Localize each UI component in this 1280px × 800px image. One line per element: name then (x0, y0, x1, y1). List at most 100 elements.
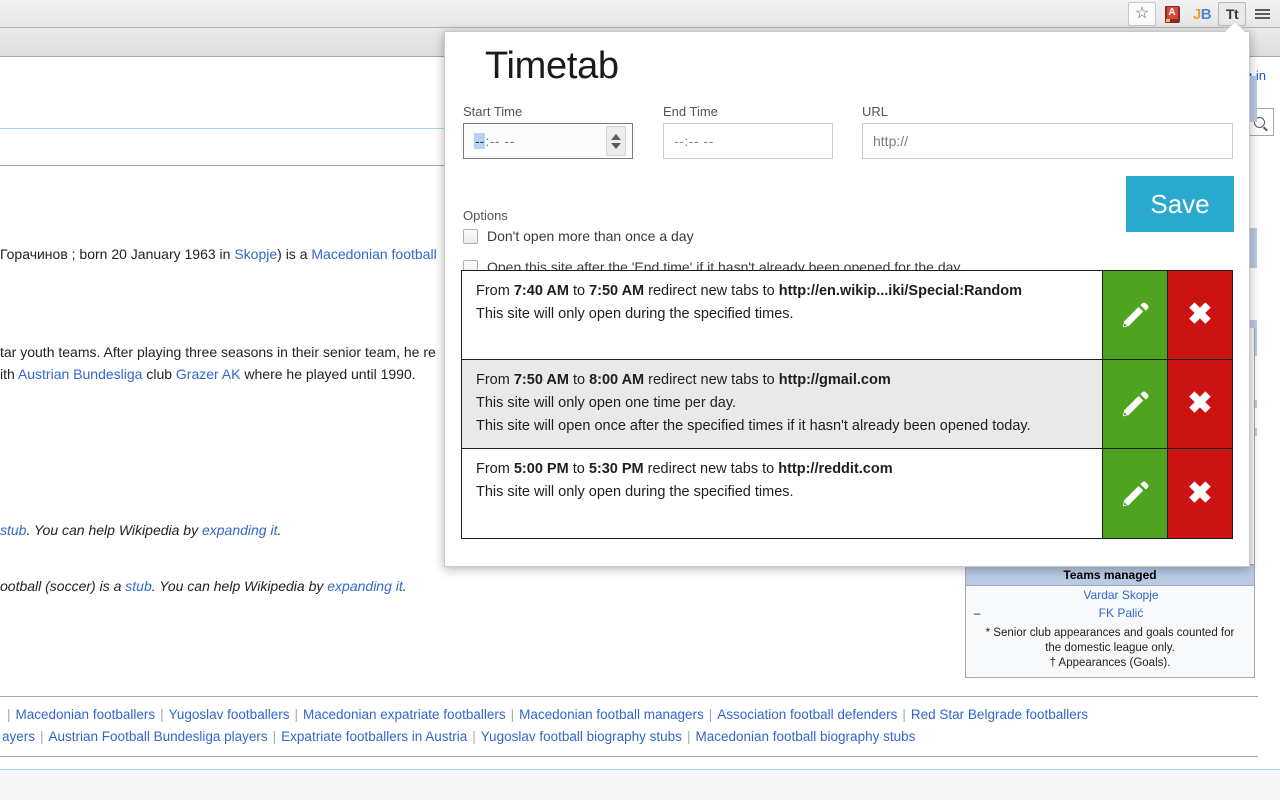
stub-notice-1: stub. You can help Wikipedia by expandin… (0, 522, 281, 538)
category-separator: | (272, 729, 277, 744)
start-time-input[interactable]: --:-- -- (463, 123, 633, 159)
option-once-a-day-row[interactable]: Don't open more than once a day (463, 228, 694, 244)
category-row-2: ayers | Austrian Football Bundesliga playe… (0, 726, 1258, 748)
body-line2-pre: ith (0, 366, 18, 382)
category-separator: | (472, 729, 476, 744)
infobox-team-link[interactable]: Vardar Skopje (988, 588, 1254, 602)
rule-row: From 7:40 AM to 7:50 AM redirect new tab… (462, 271, 1232, 360)
rule-start-time: 7:40 AM (513, 283, 569, 299)
chevron-down-icon[interactable] (611, 142, 621, 149)
category-link[interactable]: Red Star Belgrade footballers (911, 707, 1088, 722)
pencil-icon (1120, 300, 1150, 330)
rule-mid: to (568, 372, 590, 388)
start-time-stepper[interactable] (606, 126, 626, 156)
infobox-footnote: * Senior club appearances and goals coun… (966, 622, 1254, 677)
save-button[interactable]: Save (1126, 176, 1234, 232)
chrome-menu-button[interactable] (1248, 2, 1276, 26)
category-separator: | (7, 707, 11, 722)
infobox-team-link[interactable]: FK Palić (988, 606, 1254, 620)
edit-rule-button[interactable] (1102, 449, 1167, 538)
checkbox-once-a-day[interactable] (463, 228, 478, 244)
stub1-post: . (277, 522, 282, 538)
timetab-popup: Timetab Start Time --:-- -- End Time --:… (444, 31, 1250, 567)
category-separator: | (40, 729, 44, 744)
category-separator: | (902, 707, 906, 722)
category-link[interactable]: Austrian Football Bundesliga players (49, 729, 268, 744)
infobox-row: Vardar Skopje (966, 586, 1254, 604)
category-link[interactable]: Association football defenders (717, 707, 897, 722)
category-link[interactable]: Macedonian expatriate footballers (303, 707, 506, 722)
start-time-label: Start Time (463, 104, 523, 119)
infobox-row: – FK Palić (966, 604, 1254, 622)
stub2-link-expand[interactable]: expanding it (327, 578, 403, 594)
pencil-icon (1120, 479, 1150, 509)
category-link[interactable]: Macedonian footballers (16, 707, 156, 722)
toolbar-icon-group: ☆ JB Tt (1128, 0, 1276, 28)
bookmark-star-button[interactable]: ☆ (1128, 2, 1156, 26)
body-line2-post: where he played until 1990. (240, 366, 416, 382)
rule-url: http://reddit.com (778, 461, 893, 477)
link-austrian-bundesliga[interactable]: Austrian Bundesliga (18, 366, 143, 382)
category-separator: | (686, 729, 691, 744)
stub1-link-expand[interactable]: expanding it (202, 522, 278, 538)
category-link[interactable]: Yugoslav footballers (169, 707, 290, 722)
close-icon: ✖ (1187, 476, 1213, 510)
stub2-mid: . You can help Wikipedia by (151, 578, 328, 594)
url-placeholder: http:// (873, 133, 909, 149)
page-title: Timetab (485, 45, 619, 87)
body-line2-mid: club (142, 366, 176, 382)
rule-description: From 7:50 AM to 8:00 AM redirect new tab… (462, 360, 1102, 448)
category-row-1: | Macedonian footballers | Yugoslav footbal… (0, 704, 1258, 726)
option-once-a-day-label: Don't open more than once a day (487, 228, 694, 244)
rule-suffix: redirect new tabs to (644, 372, 779, 388)
dictionary-extension-button[interactable] (1158, 2, 1186, 26)
category-box: | Macedonian footballers | Yugoslav footbal… (0, 696, 1258, 757)
rule-mid: to (568, 283, 590, 299)
start-time-hour-segment[interactable]: -- (474, 133, 486, 149)
stub2-post: . (402, 578, 407, 594)
category-link[interactable]: Expatriate footballers in Austria (281, 729, 467, 744)
category-link[interactable]: Yugoslav football biography stubs (481, 729, 682, 744)
rule-description: From 7:40 AM to 7:50 AM redirect new tab… (462, 271, 1102, 359)
delete-rule-button[interactable]: ✖ (1167, 449, 1232, 538)
rule-detail-line: This site will only open during the spec… (476, 306, 794, 322)
rule-start-time: 5:00 PM (513, 461, 569, 477)
category-link[interactable]: Macedonian football managers (519, 707, 704, 722)
rule-url: http://gmail.com (778, 372, 891, 388)
timetab-extension-icon: Tt (1225, 6, 1239, 22)
rule-detail-line: This site will open once after the speci… (476, 418, 1031, 434)
category-separator: | (294, 707, 298, 722)
delete-rule-button[interactable]: ✖ (1167, 271, 1232, 359)
end-time-input[interactable]: --:-- -- (663, 123, 833, 159)
jb-extension-button[interactable]: JB (1188, 2, 1216, 26)
chrome-menu-icon (1254, 9, 1270, 19)
link-skopje[interactable]: Skopje (234, 246, 277, 262)
lead-mid: ) is a (277, 246, 312, 262)
url-input[interactable]: http:// (862, 123, 1233, 159)
stub2-link-stub[interactable]: stub (125, 578, 151, 594)
infobox-header-teams-managed: Teams managed (966, 564, 1254, 586)
options-label: Options (463, 208, 508, 223)
rules-list: From 7:40 AM to 7:50 AM redirect new tab… (461, 270, 1233, 539)
rule-detail-line: This site will only open one time per da… (476, 395, 737, 411)
edit-rule-button[interactable] (1102, 271, 1167, 359)
link-macedonian-football[interactable]: Macedonian football (311, 246, 436, 262)
chevron-up-icon[interactable] (611, 133, 621, 140)
jb-extension-icon: JB (1192, 5, 1212, 23)
rule-summary-line: From 7:50 AM to 8:00 AM redirect new tab… (476, 369, 1090, 392)
rule-summary-line: From 5:00 PM to 5:30 PM redirect new tab… (476, 458, 1090, 481)
dictionary-extension-icon (1164, 5, 1180, 23)
link-grazer-ak[interactable]: Grazer AK (176, 366, 241, 382)
footer-band (0, 770, 1280, 800)
delete-rule-button[interactable]: ✖ (1167, 360, 1232, 448)
rule-end-time: 5:30 PM (588, 461, 644, 477)
rule-prefix: From (476, 372, 514, 388)
stub1-link-pre[interactable]: stub (0, 522, 26, 538)
category-separator: | (708, 707, 713, 722)
edit-rule-button[interactable] (1102, 360, 1167, 448)
category-link[interactable]: ayers (2, 729, 35, 744)
category-link[interactable]: Macedonian football biography stubs (695, 729, 915, 744)
rule-prefix: From (476, 283, 514, 299)
infobox-note-line-1: * Senior club appearances and goals coun… (985, 627, 1235, 639)
end-time-value: --:-- -- (674, 133, 714, 149)
